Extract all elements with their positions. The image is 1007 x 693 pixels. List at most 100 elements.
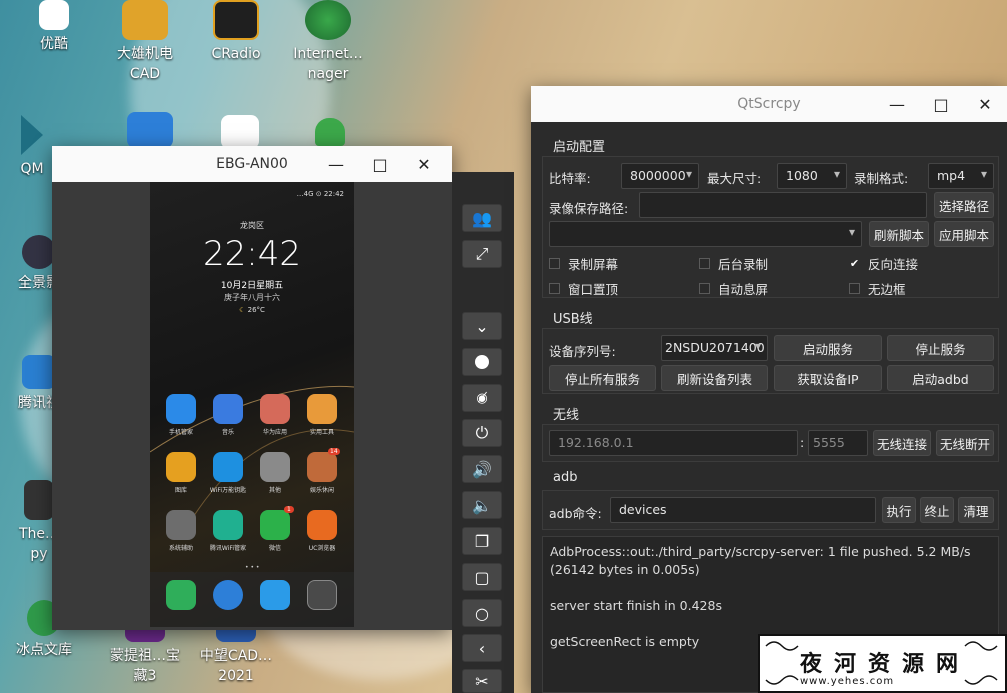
wireless-disconnect-button[interactable]: 无线断开 — [936, 430, 994, 456]
checkbox-label: 窗口置顶 — [568, 282, 619, 297]
volume-up-button[interactable]: 🔊 — [462, 455, 502, 483]
app-label: 实用工具 — [309, 429, 334, 436]
app-icon[interactable] — [166, 452, 196, 482]
port-input[interactable]: 5555 — [808, 430, 868, 456]
app-label: 华为应用 — [262, 429, 287, 436]
app-switch-button[interactable]: ❐ — [462, 527, 502, 555]
desktop-icon-cradio[interactable]: CRadio — [196, 0, 276, 64]
app-icon[interactable] — [260, 394, 290, 424]
execute-button[interactable]: 执行 — [882, 497, 916, 523]
checkbox-box — [699, 283, 710, 294]
volume-up-icon: 🔊 — [472, 459, 492, 479]
record-button[interactable] — [462, 348, 502, 376]
phone-screen[interactable]: …4G ⊙ 22:42 龙岗区 22:42 10月2日星期五 庚子年八月十六 ☾… — [150, 182, 354, 627]
ip-input[interactable]: 192.168.0.1 — [549, 430, 798, 456]
record-icon — [475, 355, 489, 369]
maximize-button[interactable]: □ — [358, 146, 402, 182]
format-select[interactable]: mp4 — [928, 163, 994, 189]
always-on-top-checkbox[interactable]: 窗口置顶 — [549, 279, 618, 298]
close-button[interactable]: ✕ — [963, 86, 1007, 122]
apply-script-button[interactable]: 应用脚本 — [934, 221, 994, 247]
refresh-script-button[interactable]: 刷新脚本 — [869, 221, 929, 247]
serial-select[interactable]: 2NSDU2071400 — [661, 335, 768, 361]
home-button[interactable]: ▢ — [462, 563, 502, 591]
app-icon[interactable] — [307, 510, 337, 540]
terminate-button[interactable]: 终止 — [920, 497, 954, 523]
checkbox-label: 自动息屏 — [718, 282, 769, 297]
fullscreen-button[interactable]: ⤢ — [462, 240, 502, 268]
watermark-logo: 夜河资源网 www.yehes.com — [758, 634, 1007, 693]
select-path-button[interactable]: 选择路径 — [934, 192, 994, 218]
app-label: 音乐 — [221, 429, 234, 436]
back-button[interactable]: ‹ — [462, 634, 502, 662]
download-globe-icon — [305, 0, 351, 40]
clear-button[interactable]: 清理 — [958, 497, 994, 523]
chevrons-down-icon: ⌄ — [475, 316, 489, 336]
phone-window-titlebar[interactable]: EBG-AN00 — □ ✕ — [52, 146, 452, 182]
get-ip-button[interactable]: 获取设备IP — [774, 365, 882, 391]
scissors-icon: ✂ — [475, 671, 489, 691]
app-icon[interactable] — [213, 452, 243, 482]
adb-command-input[interactable]: devices — [610, 497, 876, 523]
start-adbd-button[interactable]: 启动adbd — [887, 365, 994, 391]
minimize-button[interactable]: — — [314, 146, 358, 182]
messages-app-icon[interactable] — [260, 580, 290, 610]
stop-all-button[interactable]: 停止所有服务 — [549, 365, 656, 391]
start-service-button[interactable]: 启动服务 — [774, 335, 882, 361]
checkbox-label: 后台录制 — [718, 257, 769, 272]
desktop-icon-idm[interactable]: Internet…nager — [288, 0, 368, 84]
qtscrcpy-titlebar[interactable]: QtScrcpy — □ ✕ — [531, 86, 1007, 122]
qtscrcpy-window[interactable]: QtScrcpy — □ ✕ 启动配置 比特率: 8000000 最大尺寸: 1… — [531, 86, 1007, 693]
volume-down-button[interactable]: 🔈 — [462, 491, 502, 519]
app-icon[interactable] — [166, 394, 196, 424]
app-icon[interactable] — [307, 394, 337, 424]
app-icon[interactable] — [307, 452, 337, 482]
home-icon: ▢ — [474, 567, 490, 587]
app-icon[interactable] — [260, 452, 290, 482]
building-icon — [24, 480, 54, 520]
youku-icon — [39, 0, 69, 30]
refresh-devices-button[interactable]: 刷新设备列表 — [661, 365, 768, 391]
background-record-checkbox[interactable]: 后台录制 — [699, 254, 768, 273]
desktop-icon-youku[interactable]: 优酷 — [14, 0, 94, 54]
script-select[interactable] — [549, 221, 862, 247]
pen-icon — [127, 112, 173, 148]
app-icon[interactable] — [213, 394, 243, 424]
browser-app-icon[interactable] — [213, 580, 243, 610]
stop-service-button[interactable]: 停止服务 — [887, 335, 994, 361]
app-icon[interactable] — [260, 510, 290, 540]
max-size-select[interactable]: 1080 — [777, 163, 847, 189]
camera-app-icon[interactable] — [307, 580, 337, 610]
users-button[interactable]: 👥 — [462, 204, 502, 232]
circle-button[interactable]: ○ — [462, 599, 502, 627]
screen-off-button[interactable]: ◉̸ — [462, 384, 502, 412]
wireless-connect-button[interactable]: 无线连接 — [873, 430, 931, 456]
phone-app-icon[interactable] — [166, 580, 196, 610]
app-badge: 14 — [328, 448, 340, 455]
app-icon[interactable] — [213, 510, 243, 540]
desktop-icon-label: 中望CAD…2021 — [199, 648, 273, 684]
app-label: 腾讯WiFi管家 — [209, 545, 247, 552]
app-icon[interactable] — [166, 510, 196, 540]
expand-button[interactable]: ⌄ — [462, 312, 502, 340]
compass-icon — [122, 0, 168, 40]
scissors-button[interactable]: ✂ — [462, 669, 502, 693]
record-screen-checkbox[interactable]: 录制屏幕 — [549, 254, 618, 273]
auto-screen-off-checkbox[interactable]: 自动息屏 — [699, 279, 768, 298]
max-size-label: 最大尺寸: — [707, 171, 762, 186]
power-button[interactable]: ⏻ — [462, 419, 502, 447]
watermark-title: 夜河资源网 — [800, 651, 971, 677]
bitrate-select[interactable]: 8000000 — [621, 163, 699, 189]
app-label: 其他 — [268, 487, 281, 494]
phone-mirror-window[interactable]: EBG-AN00 — □ ✕ …4G ⊙ 22:42 龙岗区 22:42 10月… — [52, 146, 452, 630]
maximize-button[interactable]: □ — [919, 86, 963, 122]
desktop-icon-cad[interactable]: 大雄机电CAD — [105, 0, 185, 84]
rainbow-icon — [221, 115, 259, 149]
record-path-input[interactable] — [639, 192, 927, 218]
control-toolbar: 👥 ⤢ ⌄ ◉̸ ⏻ 🔊 🔈 ❐ ▢ ○ ‹ ✂ — [452, 172, 514, 693]
reverse-connect-checkbox[interactable]: ✔ 反向连接 — [849, 254, 918, 273]
frameless-checkbox[interactable]: 无边框 — [849, 279, 906, 298]
adb-command-label: adb命令: — [549, 506, 602, 521]
close-button[interactable]: ✕ — [402, 146, 446, 182]
minimize-button[interactable]: — — [875, 86, 919, 122]
